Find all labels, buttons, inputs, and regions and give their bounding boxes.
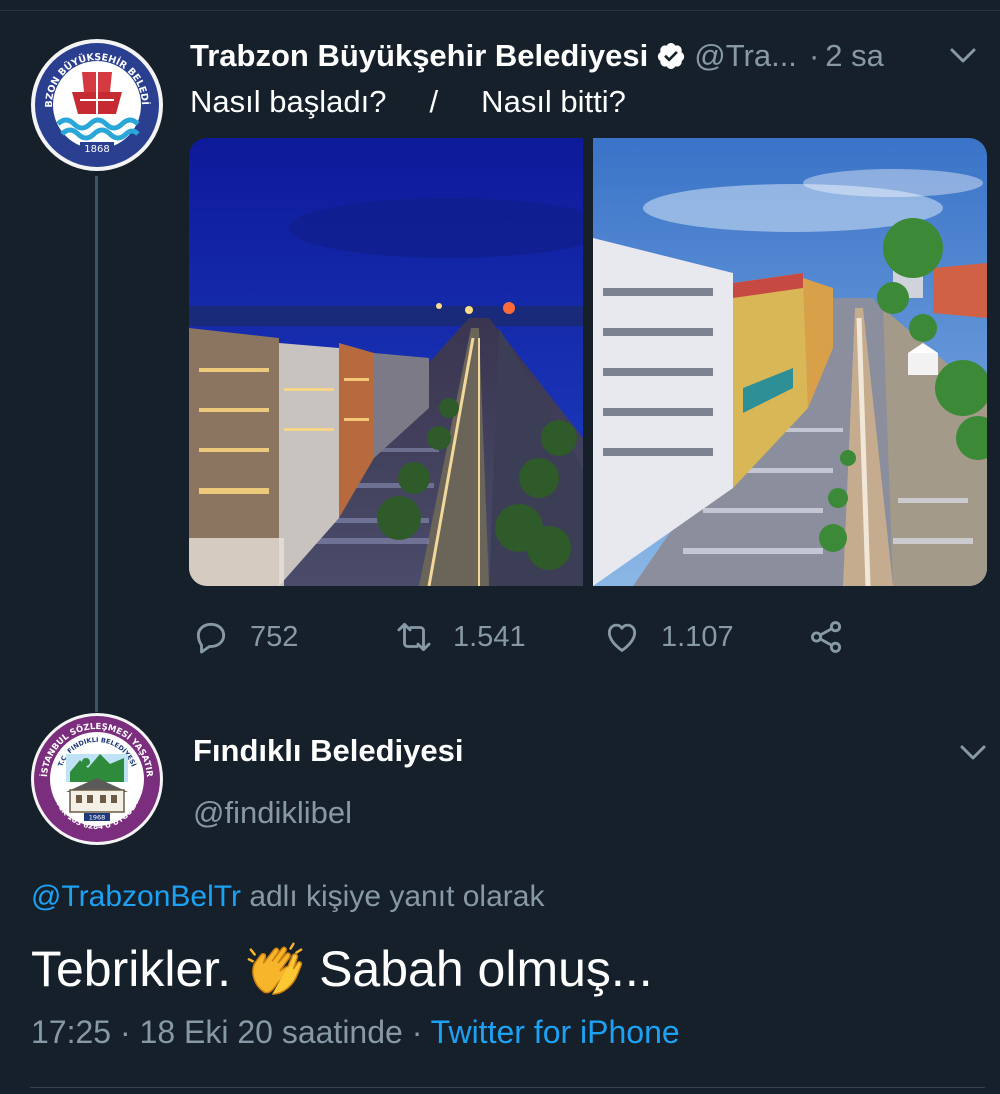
like-count: 1.107 [661, 620, 734, 653]
top-divider [0, 10, 1000, 11]
retweet-button[interactable]: 1.541 [395, 612, 526, 662]
reply-count: 752 [250, 620, 299, 653]
tweet-photo-day[interactable] [593, 138, 987, 586]
verified-badge-icon [656, 41, 686, 71]
bottom-divider [30, 1087, 985, 1088]
share-icon [810, 621, 842, 653]
tweet-header: Trabzon Büyükşehir Belediyesi @Tra... · … [190, 34, 990, 78]
meta-separator-2: · [411, 1014, 423, 1050]
reply-source-link[interactable]: Twitter for iPhone [431, 1014, 680, 1050]
findikli-avatar[interactable]: İSTANBUL SÖZLEŞMESİ YAŞATIR T.C. FINDIKL… [30, 712, 164, 846]
findikli-logo-year: 1968 [89, 814, 106, 822]
reply-author-name[interactable]: Fındıklı Belediyesi [193, 733, 463, 769]
replying-to-line: @TrabzonBelTr adlı kişiye yanıt olarak [31, 880, 544, 914]
reply-icon [196, 622, 226, 654]
reply-author-handle[interactable]: @findiklibel [193, 795, 352, 831]
tweet-text: Nasıl başladı? / Nasıl bitti? [190, 84, 626, 119]
tweet-actions: 752 1.541 1.107 [190, 612, 970, 662]
clapping-hands-emoji-icon [245, 938, 307, 1000]
reply-menu-chevron-icon[interactable] [958, 737, 988, 767]
share-button[interactable] [807, 612, 865, 662]
reply-button[interactable]: 752 [192, 612, 298, 662]
reply-text-after: Sabah olmuş... [319, 941, 653, 997]
retweet-icon [397, 622, 431, 652]
trabzon-logo-year: 1868 [84, 144, 109, 155]
thread-line [95, 176, 98, 712]
tweet-time[interactable]: 2 sa [825, 38, 884, 74]
reply-text: Tebrikler. Sabah olmuş... [31, 937, 653, 1001]
reply-time[interactable]: 17:25 [31, 1014, 111, 1050]
separator-dot: · [808, 38, 820, 73]
author-handle[interactable]: @Tra... [694, 38, 797, 74]
replying-to-suffix: adlı kişiye yanıt olarak [249, 880, 545, 913]
like-button[interactable]: 1.107 [603, 612, 734, 662]
author-name[interactable]: Trabzon Büyükşehir Belediyesi [190, 38, 648, 74]
chevron-down-icon[interactable] [948, 40, 978, 70]
heart-icon [607, 623, 637, 652]
trabzon-avatar[interactable]: TRABZON BÜYÜKŞEHİR BELEDİYESİ 1868 [30, 38, 164, 172]
meta-separator: · [119, 1014, 131, 1050]
replying-to-mention[interactable]: @TrabzonBelTr [31, 880, 241, 913]
tweet-photo-night[interactable] [189, 138, 583, 586]
reply-meta: 17:25 · 18 Eki 20 saatinde · Twitter for… [31, 1014, 680, 1051]
retweet-count: 1.541 [453, 620, 526, 653]
reply-date[interactable]: 18 Eki 20 saatinde [140, 1014, 403, 1050]
reply-text-before: Tebrikler. [31, 941, 232, 997]
